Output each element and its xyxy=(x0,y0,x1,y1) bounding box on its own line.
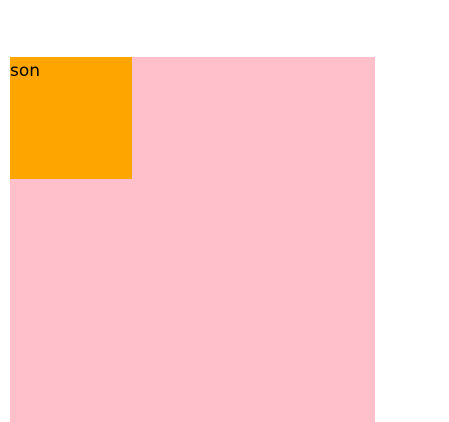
son-box: son xyxy=(10,57,132,179)
son-label: son xyxy=(10,61,41,81)
parent-box: son xyxy=(10,57,375,422)
